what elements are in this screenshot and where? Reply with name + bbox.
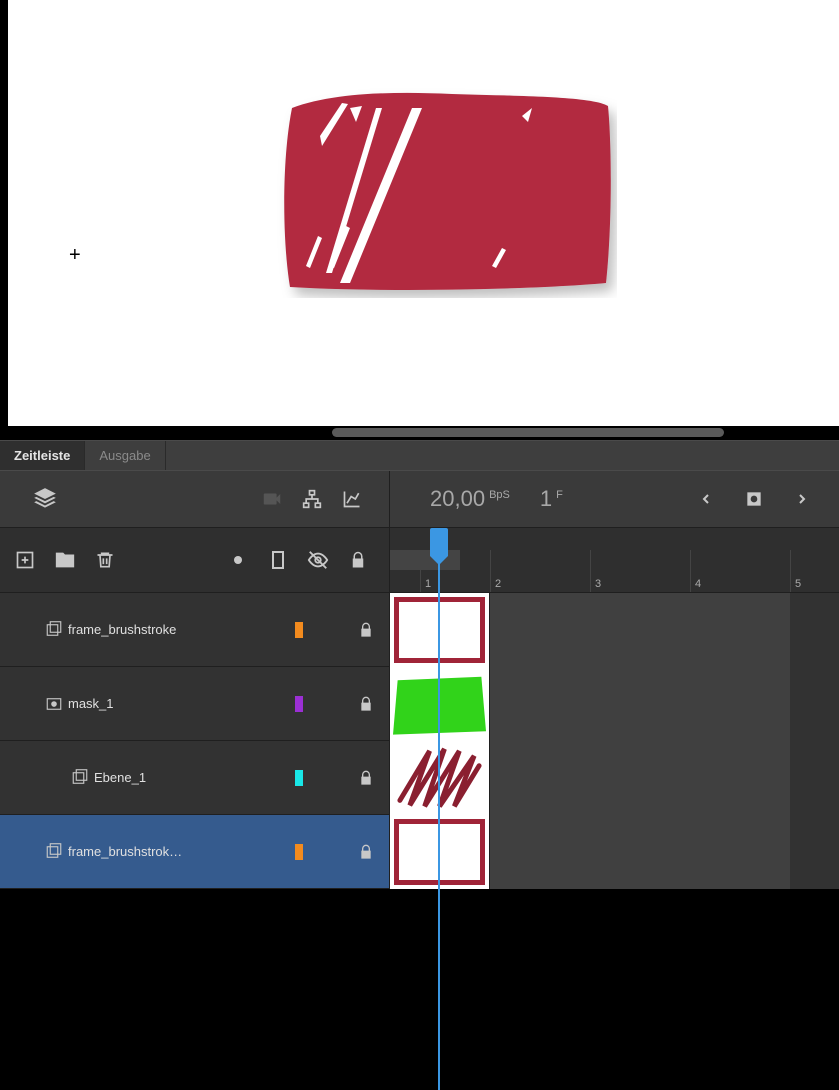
layer-name[interactable]: frame_brushstrok… <box>68 844 182 859</box>
camera-icon[interactable] <box>255 482 289 516</box>
panel-tabs: Zeitleiste Ausgabe <box>0 440 839 470</box>
trash-icon[interactable] <box>88 543 122 577</box>
layer-name[interactable]: Ebene_1 <box>94 770 146 785</box>
frame-suffix: F <box>556 489 563 501</box>
layer-color-chip[interactable] <box>295 844 303 860</box>
layers-icon[interactable] <box>28 482 62 516</box>
tab-timeline[interactable]: Zeitleiste <box>0 441 85 470</box>
layer-track[interactable] <box>390 593 839 666</box>
hierarchy-icon[interactable] <box>295 482 329 516</box>
new-layer-icon[interactable] <box>8 543 42 577</box>
layer-color-chip[interactable] <box>295 696 303 712</box>
outline-icon[interactable] <box>261 543 295 577</box>
layer-track[interactable] <box>390 667 839 740</box>
ruler-mark: 1 <box>425 578 431 590</box>
lock-column-icon[interactable] <box>341 543 375 577</box>
layer-list: frame_brushstroke mask_1 <box>0 593 839 889</box>
frame-cell[interactable] <box>390 667 490 741</box>
ruler-mark: 4 <box>695 578 701 590</box>
layer-name[interactable]: mask_1 <box>68 696 114 711</box>
layer-type-icon <box>40 621 68 639</box>
frame-cell[interactable] <box>390 741 490 815</box>
fps-value: 20,00 <box>430 486 485 512</box>
lock-icon[interactable] <box>351 622 381 638</box>
layer-name[interactable]: frame_brushstroke <box>68 622 176 637</box>
lock-icon[interactable] <box>351 696 381 712</box>
canvas-scrollbar-thumb[interactable] <box>332 428 724 437</box>
playhead-line <box>438 550 440 1090</box>
layer-color-chip[interactable] <box>295 622 303 638</box>
tab-output[interactable]: Ausgabe <box>85 441 165 470</box>
layer-row[interactable]: mask_1 <box>0 667 839 741</box>
prev-icon[interactable] <box>685 482 727 516</box>
layer-track[interactable] <box>390 815 839 888</box>
graph-icon[interactable] <box>335 482 369 516</box>
timeline-toolbar: 20,00 BpS 1 F <box>0 470 839 528</box>
lock-icon[interactable] <box>351 770 381 786</box>
brush-artwork <box>272 88 617 298</box>
layer-color-chip[interactable] <box>295 770 303 786</box>
frame-cell[interactable] <box>390 593 490 667</box>
mask-type-icon <box>40 695 68 713</box>
dot-icon[interactable] <box>221 543 255 577</box>
ruler-mark: 3 <box>595 578 601 590</box>
layer-track[interactable] <box>390 741 839 814</box>
layer-row[interactable]: Ebene_1 <box>0 741 839 815</box>
next-icon[interactable] <box>781 482 823 516</box>
fps-suffix: BpS <box>489 489 510 501</box>
lock-icon[interactable] <box>351 844 381 860</box>
timeline-ruler[interactable]: 1 2 3 4 5 <box>390 528 839 592</box>
canvas-area: + <box>0 0 839 440</box>
layer-type-icon <box>40 843 68 861</box>
ruler-mark: 5 <box>795 578 801 590</box>
layer-type-icon <box>66 769 94 787</box>
frame-display[interactable]: 1 F <box>540 486 563 512</box>
ruler-mark: 2 <box>495 578 501 590</box>
folder-icon[interactable] <box>48 543 82 577</box>
record-icon[interactable] <box>733 482 775 516</box>
origin-crosshair: + <box>69 244 81 267</box>
canvas-scrollbar-track[interactable] <box>8 426 839 440</box>
tracks-header: 1 2 3 4 5 <box>0 528 839 593</box>
visibility-off-icon[interactable] <box>301 543 335 577</box>
frame-value: 1 <box>540 486 552 512</box>
layer-row[interactable]: frame_brushstroke <box>0 593 839 667</box>
fps-display[interactable]: 20,00 BpS <box>430 486 510 512</box>
frame-cell[interactable] <box>390 815 490 889</box>
canvas-stage[interactable]: + <box>8 0 839 433</box>
layer-row[interactable]: frame_brushstrok… <box>0 815 839 889</box>
